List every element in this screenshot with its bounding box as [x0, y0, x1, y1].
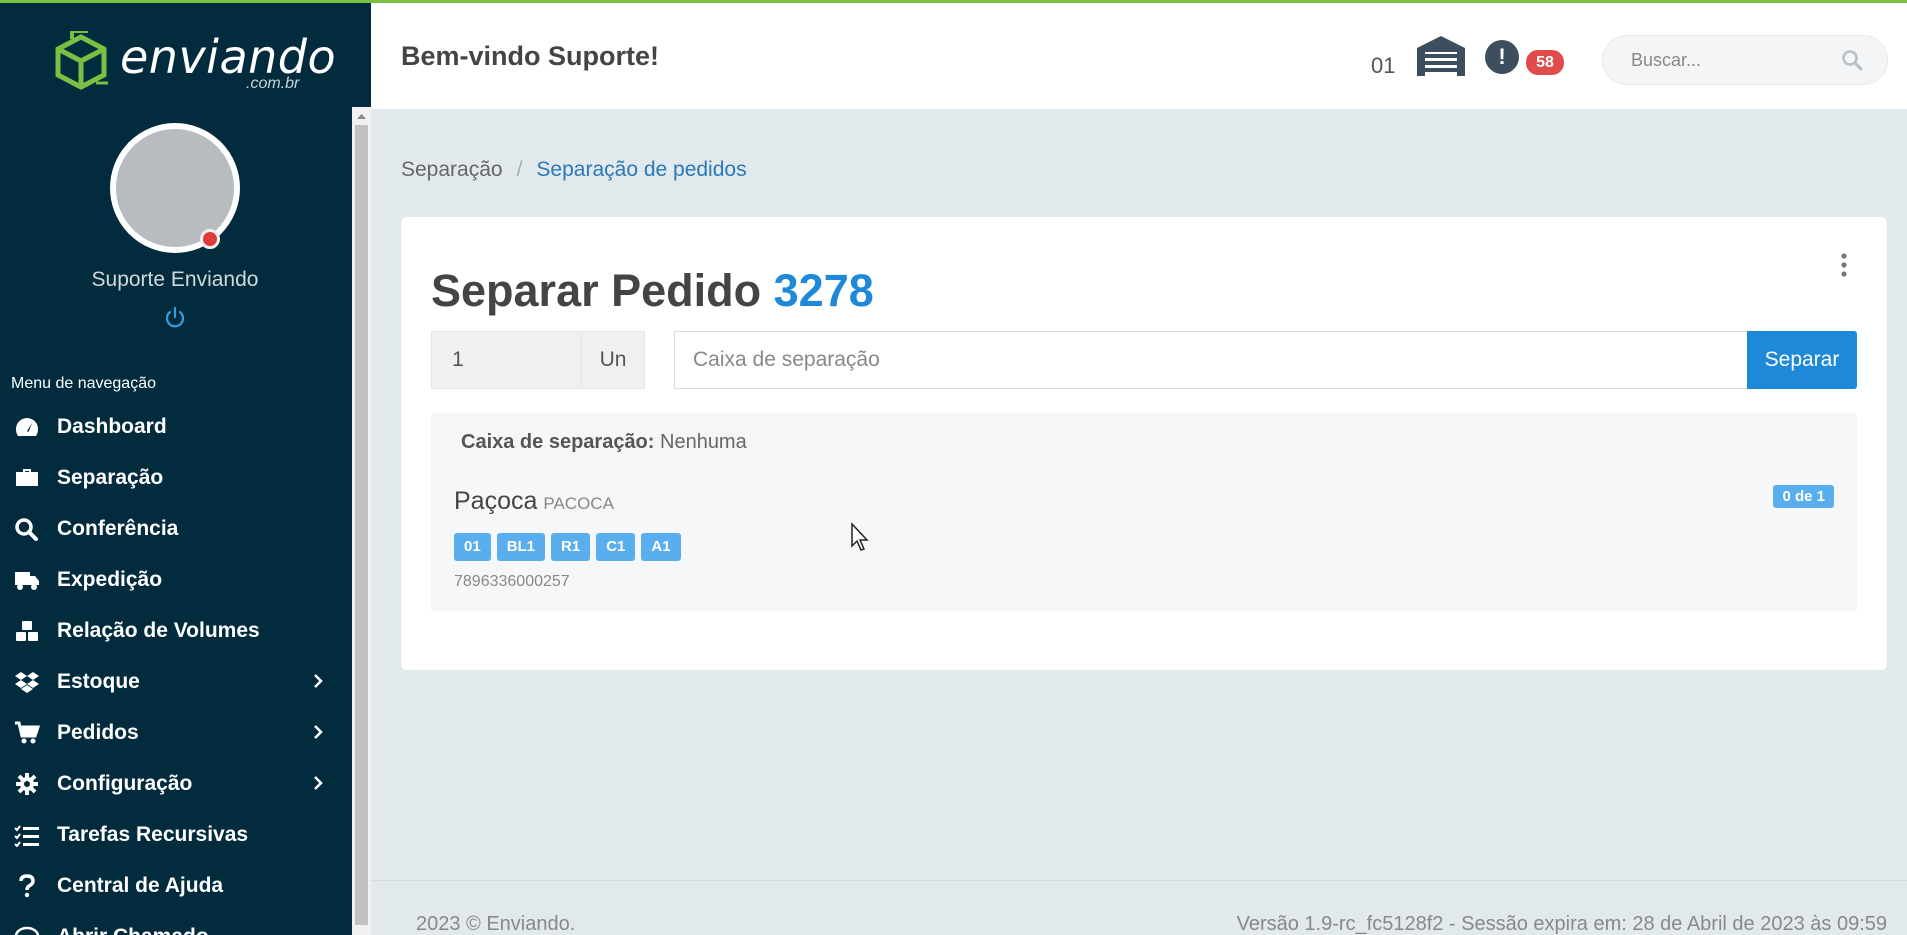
item-name: Paçoca: [454, 487, 538, 515]
chevron-right-icon: [314, 674, 323, 688]
item-barcode: 7896336000257: [454, 573, 570, 590]
sidebar-item-label: Expedição: [57, 567, 163, 591]
nav-title: Menu de navegação: [11, 375, 156, 392]
sidebar-item-tarefas-recursivas[interactable]: Tarefas Recursivas: [0, 809, 350, 860]
separation-box-input[interactable]: [674, 331, 1747, 389]
sidebar-item-label: Conferência: [57, 516, 179, 540]
quantity-input[interactable]: 1: [431, 331, 581, 389]
sidebar-item-label: Pedidos: [57, 720, 139, 744]
quantity-unit: Un: [581, 331, 645, 389]
alert-icon[interactable]: !: [1485, 40, 1519, 74]
order-number: 3278: [773, 265, 874, 316]
search-icon[interactable]: [1841, 49, 1863, 71]
sidebar-item-dashboard[interactable]: Dashboard: [0, 401, 350, 452]
scroll-up-arrow-icon[interactable]: [352, 109, 371, 123]
page-title: Separar Pedido 3278: [431, 265, 874, 317]
sidebar-item-configuracao[interactable]: Configuração: [0, 758, 350, 809]
chat-icon: [14, 924, 46, 935]
location-tag: A1: [641, 533, 681, 561]
sidebar-item-label: Central de Ajuda: [57, 873, 224, 897]
quantity-group: 1 Un: [431, 331, 645, 389]
list-item[interactable]: Paçoca PACOCA 0 de 1 01 BL1 R1 C1 A1 7896…: [431, 475, 1857, 611]
question-icon: [14, 873, 46, 899]
sidebar-item-separacao[interactable]: Separação: [0, 452, 350, 503]
sidebar-item-pedidos[interactable]: Pedidos: [0, 707, 350, 758]
dropbox-icon: [14, 669, 46, 695]
avatar[interactable]: [110, 123, 240, 253]
brand-name: enviando: [120, 30, 337, 84]
item-code: PACOCA: [543, 494, 614, 513]
sidebar-item-conferencia[interactable]: Conferência: [0, 503, 350, 554]
power-icon[interactable]: [163, 306, 187, 330]
footer: 2023 © Enviando. Versão 1.9-rc_fc5128f2 …: [371, 880, 1907, 935]
sidebar-item-relacao-volumes[interactable]: Relação de Volumes: [0, 605, 350, 656]
box-status-label: Caixa de separação:: [461, 431, 655, 453]
box-status-value: Nenhuma: [660, 431, 747, 453]
briefcase-icon: [14, 465, 46, 491]
warehouse-icon[interactable]: [1415, 34, 1467, 78]
chevron-right-icon: [314, 725, 323, 739]
brand-suffix: .com.br: [246, 75, 300, 92]
sidebar: enviando .com.br Suporte Enviando Menu d…: [0, 0, 371, 935]
location-tag: C1: [596, 533, 636, 561]
footer-version: Versão 1.9-rc_fc5128f2 - Sessão expira e…: [1236, 913, 1887, 935]
breadcrumb: Separação / Separação de pedidos: [401, 158, 747, 182]
sidebar-item-estoque[interactable]: Estoque: [0, 656, 350, 707]
item-name-wrap: Paçoca PACOCA: [454, 487, 614, 516]
speedometer-icon: [14, 414, 46, 440]
welcome-message: Bem-vindo Suporte!: [401, 41, 660, 71]
footer-copyright: 2023 © Enviando.: [416, 913, 576, 935]
separation-panel: Caixa de separação: Nenhuma Paçoca PACOCA…: [431, 413, 1857, 611]
location-tags: 01 BL1 R1 C1 A1: [454, 533, 681, 561]
sidebar-item-label: Dashboard: [57, 414, 167, 438]
chevron-right-icon: [314, 776, 323, 790]
cart-icon: [14, 720, 46, 746]
checklist-icon: [14, 822, 46, 848]
box-arrow-logo-icon: [55, 31, 108, 90]
warehouse-number: 01: [1371, 53, 1396, 78]
breadcrumb-separator: /: [516, 158, 523, 181]
sidebar-item-abrir-chamado[interactable]: Abrir Chamado: [0, 911, 350, 935]
sidebar-item-label: Abrir Chamado: [57, 925, 209, 935]
separation-card: Separar Pedido 3278 1 Un Separar Caixa d…: [401, 217, 1887, 670]
title-prefix: Separar Pedido: [431, 265, 762, 316]
brand-logo[interactable]: enviando .com.br: [52, 28, 336, 98]
sidebar-item-label: Tarefas Recursivas: [57, 822, 249, 846]
sidebar-item-label: Separação: [57, 465, 164, 489]
location-tag: R1: [551, 533, 591, 561]
breadcrumb-current[interactable]: Separação de pedidos: [536, 158, 746, 182]
boxes-icon: [14, 618, 46, 644]
sidebar-item-label: Estoque: [57, 669, 140, 693]
user-name: Suporte Enviando: [91, 268, 259, 291]
breadcrumb-parent[interactable]: Separação: [401, 158, 503, 182]
search-icon: [14, 516, 46, 542]
location-tag: BL1: [496, 533, 546, 561]
box-status: Caixa de separação: Nenhuma: [461, 431, 747, 454]
sidebar-item-central-ajuda[interactable]: Central de Ajuda: [0, 860, 350, 911]
gear-icon: [14, 771, 46, 797]
sidebar-item-label: Relação de Volumes: [57, 618, 260, 642]
separar-button[interactable]: Separar: [1747, 331, 1857, 389]
alerts-count-badge: 58: [1526, 50, 1564, 75]
item-progress-badge: 0 de 1: [1773, 485, 1834, 508]
sidebar-item-expedicao[interactable]: Expedição: [0, 554, 350, 605]
truck-icon: [14, 567, 46, 593]
nav-menu: Dashboard Separação Conferência Expediçã…: [0, 401, 350, 935]
mouse-cursor-icon: [851, 522, 869, 551]
status-indicator: [200, 229, 220, 249]
sidebar-scrollbar[interactable]: [352, 107, 371, 935]
more-options-icon[interactable]: [1839, 252, 1849, 278]
top-header: Bem-vindo Suporte! 01 ! 58: [371, 0, 1907, 109]
scroll-thumb[interactable]: [355, 125, 368, 925]
search-box: [1602, 35, 1888, 85]
search-input[interactable]: [1631, 36, 1831, 84]
location-tag: 01: [454, 533, 491, 561]
sidebar-item-label: Configuração: [57, 771, 193, 795]
